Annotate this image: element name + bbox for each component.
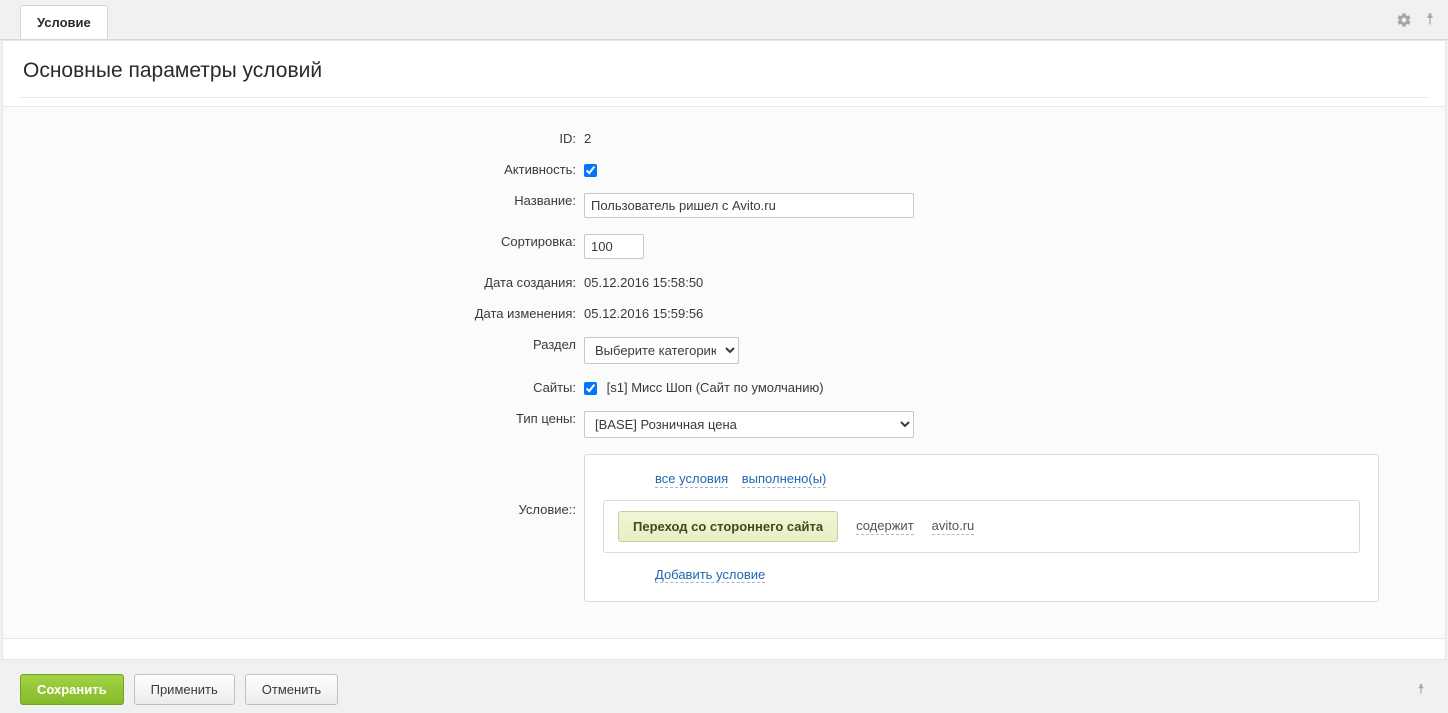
apply-button[interactable]: Применить <box>134 674 235 705</box>
site-option-label: [s1] Мисс Шоп (Сайт по умолчанию) <box>607 380 824 395</box>
label-price-type: Тип цены: <box>19 407 584 426</box>
row-section: Раздел Выберите категорию <box>19 333 1429 364</box>
label-sites: Сайты: <box>19 376 584 395</box>
footer-pin-icon[interactable] <box>1414 683 1428 697</box>
sort-input[interactable] <box>584 234 644 259</box>
label-sort: Сортировка: <box>19 230 584 249</box>
label-name: Название: <box>19 189 584 208</box>
pin-icon[interactable] <box>1422 12 1438 28</box>
condition-header: все условия выполнено(ы) <box>655 471 1360 486</box>
label-section: Раздел <box>19 333 584 352</box>
row-sites: Сайты: [s1] Мисс Шоп (Сайт по умолчанию) <box>19 376 1429 395</box>
cond-done-link[interactable]: выполнено(ы) <box>742 471 827 488</box>
cancel-button[interactable]: Отменить <box>245 674 338 705</box>
row-active: Активность: <box>19 158 1429 177</box>
tab-bar: Условие <box>0 0 1448 40</box>
tab-label: Условие <box>37 15 91 30</box>
add-condition-link[interactable]: Добавить условие <box>655 567 765 583</box>
rule-contains[interactable]: содержит <box>856 518 914 535</box>
label-active: Активность: <box>19 158 584 177</box>
rule-value[interactable]: avito.ru <box>932 518 975 535</box>
condition-rule: Переход со стороннего сайта содержит avi… <box>603 500 1360 553</box>
gear-icon[interactable] <box>1396 12 1412 28</box>
value-created: 05.12.2016 15:58:50 <box>584 275 703 290</box>
row-id: ID: 2 <box>19 127 1429 146</box>
section-title: Основные параметры условий <box>19 41 1429 98</box>
save-button[interactable]: Сохранить <box>20 674 124 705</box>
value-modified: 05.12.2016 15:59:56 <box>584 306 703 321</box>
section-select[interactable]: Выберите категорию <box>584 337 739 364</box>
button-bar: Сохранить Применить Отменить <box>0 660 1448 713</box>
value-id: 2 <box>584 131 591 146</box>
cond-all-link[interactable]: все условия <box>655 471 728 488</box>
row-modified: Дата изменения: 05.12.2016 15:59:56 <box>19 302 1429 321</box>
price-type-select[interactable]: [BASE] Розничная цена <box>584 411 914 438</box>
site-checkbox[interactable] <box>584 382 597 395</box>
row-condition: Условие:: все условия выполнено(ы) Перех… <box>19 450 1429 602</box>
form-area: ID: 2 Активность: Название: Сортировка: … <box>3 106 1445 639</box>
row-name: Название: <box>19 189 1429 218</box>
condition-builder: все условия выполнено(ы) Переход со стор… <box>584 454 1379 602</box>
name-input[interactable] <box>584 193 914 218</box>
label-id: ID: <box>19 127 584 146</box>
row-created: Дата создания: 05.12.2016 15:58:50 <box>19 271 1429 290</box>
label-condition: Условие:: <box>19 450 584 517</box>
main-panel: Основные параметры условий ID: 2 Активно… <box>2 40 1446 660</box>
row-sort: Сортировка: <box>19 230 1429 259</box>
rule-chip[interactable]: Переход со стороннего сайта <box>618 511 838 542</box>
row-price-type: Тип цены: [BASE] Розничная цена <box>19 407 1429 438</box>
label-created: Дата создания: <box>19 271 584 290</box>
label-modified: Дата изменения: <box>19 302 584 321</box>
tab-condition[interactable]: Условие <box>20 5 108 39</box>
active-checkbox[interactable] <box>584 164 597 177</box>
